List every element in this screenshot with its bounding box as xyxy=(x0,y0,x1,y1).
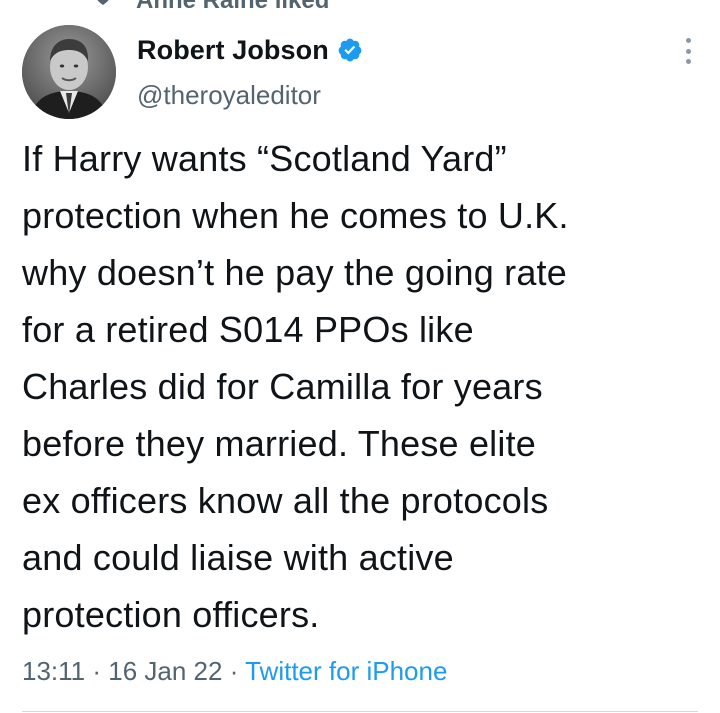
tweet-meta: 13:11 · 16 Jan 22 · Twitter for iPhone xyxy=(22,655,447,687)
social-context-text[interactable]: Anne Raine liked xyxy=(136,0,329,14)
tweet-date[interactable]: 16 Jan 22 xyxy=(108,656,222,686)
more-options-icon[interactable] xyxy=(684,38,692,64)
meta-separator-2: · xyxy=(222,656,246,686)
tweet-text: If Harry wants “Scotland Yard” protectio… xyxy=(22,138,569,635)
avatar[interactable] xyxy=(22,25,116,119)
author-name-row[interactable]: Robert Jobson xyxy=(137,33,363,67)
meta-separator-1: · xyxy=(85,656,109,686)
heart-icon xyxy=(97,0,109,5)
divider xyxy=(22,711,698,712)
author-display-name[interactable]: Robert Jobson xyxy=(137,35,329,66)
profile-photo xyxy=(22,25,116,119)
tweet-source-link[interactable]: Twitter for iPhone xyxy=(245,656,447,686)
author-handle[interactable]: @theroyaleditor xyxy=(137,80,321,111)
tweet-time[interactable]: 13:11 xyxy=(22,656,85,686)
verified-badge-icon xyxy=(338,38,362,62)
